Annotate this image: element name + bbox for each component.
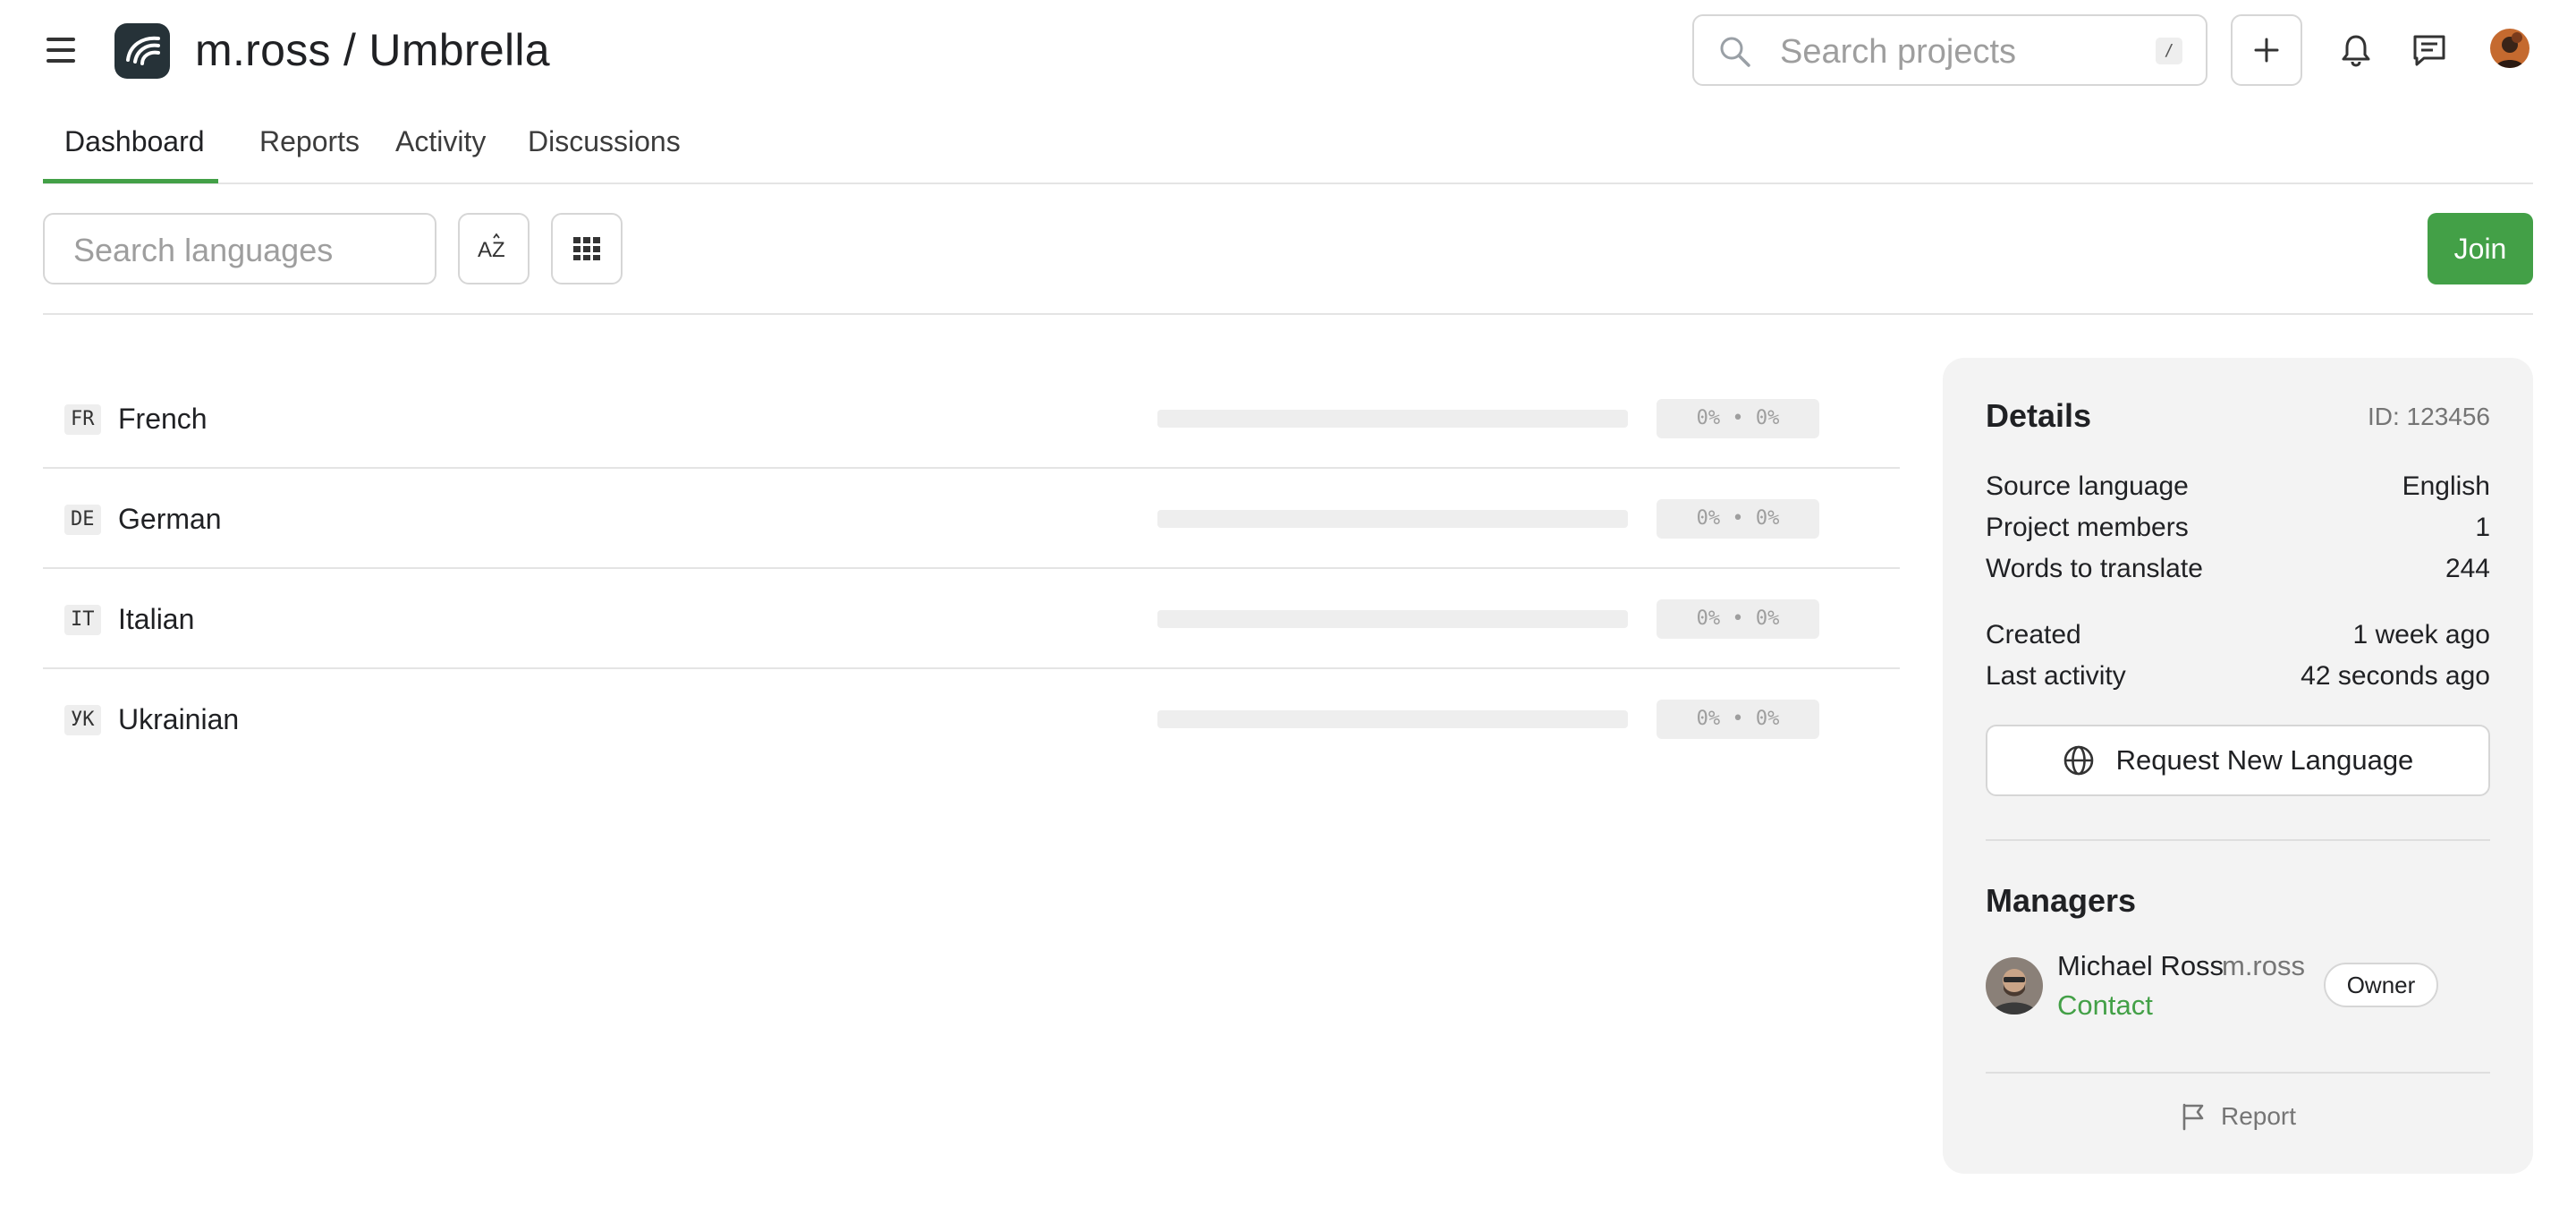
join-button[interactable]: Join	[2428, 213, 2533, 284]
project-search-input[interactable]	[1778, 29, 2140, 75]
bell-icon	[2342, 35, 2370, 67]
manager-username: m.ross	[2222, 950, 2305, 981]
detail-key: Source language	[1986, 471, 2189, 501]
detail-value: 244	[2445, 554, 2490, 583]
progress-text: 0% • 0%	[1657, 700, 1819, 739]
globe-icon	[2063, 745, 2093, 776]
manager-avatar[interactable]	[1986, 957, 2043, 1014]
detail-value: 42 seconds ago	[2301, 661, 2490, 691]
language-row-ukrainian[interactable]: УК Ukrainian 0% • 0%	[43, 669, 1900, 768]
breadcrumb-owner[interactable]: m.ross	[195, 25, 331, 75]
search-shortcut-hint: /	[2156, 38, 2182, 64]
language-list: FR French 0% • 0% DE German 0% • 0% IT I…	[43, 369, 1900, 768]
manager-name: Michael Ross	[2057, 950, 2224, 981]
language-row-french[interactable]: FR French 0% • 0%	[43, 369, 1900, 469]
card-divider	[1986, 1072, 2490, 1074]
detail-key: Words to translate	[1986, 554, 2203, 583]
project-tabs: Dashboard Reports Activity Discussions	[43, 100, 2533, 184]
progress-text: 0% • 0%	[1657, 399, 1819, 438]
progress-bar	[1157, 710, 1628, 728]
detail-value: English	[2402, 471, 2490, 501]
sort-az-icon: AZ	[478, 233, 505, 262]
request-new-language-button[interactable]: Request New Language	[1986, 725, 2490, 796]
flag-icon	[2182, 1103, 2204, 1131]
tab-dashboard[interactable]: Dashboard	[43, 122, 226, 161]
detail-created: Created 1 week ago	[1986, 617, 2490, 653]
detail-words-to-translate: Words to translate 244	[1986, 551, 2490, 587]
breadcrumb-project[interactable]: Umbrella	[369, 25, 549, 75]
language-name[interactable]: Italian	[118, 599, 194, 639]
search-icon	[1720, 37, 1750, 67]
details-title: Details	[1986, 397, 2092, 434]
tab-activity[interactable]: Activity	[374, 122, 507, 161]
manager-contact-link[interactable]: Contact	[2057, 989, 2153, 1022]
plus-icon	[2254, 38, 2279, 63]
report-button[interactable]: Report	[1943, 1102, 2533, 1131]
breadcrumb-separator: /	[343, 25, 357, 75]
detail-last-activity: Last activity 42 seconds ago	[1986, 658, 2490, 694]
sort-label: AZ	[478, 238, 505, 262]
language-search-input[interactable]	[72, 227, 415, 274]
user-avatar[interactable]	[2490, 29, 2529, 68]
language-name[interactable]: Ukrainian	[118, 700, 239, 739]
language-name[interactable]: German	[118, 499, 222, 539]
progress-bar	[1157, 510, 1628, 528]
project-search-box: /	[1692, 14, 2207, 86]
language-search-box	[43, 213, 436, 284]
view-toggle-button[interactable]	[551, 213, 623, 284]
detail-value: 1 week ago	[2352, 620, 2490, 649]
project-id: ID: 123456	[2368, 403, 2490, 430]
progress-text: 0% • 0%	[1657, 599, 1819, 639]
language-code: IT	[64, 605, 101, 635]
messages-button[interactable]	[2402, 23, 2456, 77]
toolbar-divider	[43, 313, 2533, 315]
language-row-italian[interactable]: IT Italian 0% • 0%	[43, 569, 1900, 669]
role-badge: Owner	[2324, 963, 2438, 1007]
tab-discussions[interactable]: Discussions	[506, 122, 702, 161]
app-logo-icon[interactable]	[114, 23, 170, 79]
sort-button[interactable]: AZ	[458, 213, 530, 284]
progress-bar	[1157, 410, 1628, 428]
grid-icon	[573, 237, 600, 260]
progress-text: 0% • 0%	[1657, 499, 1819, 539]
active-tab-indicator	[43, 179, 218, 183]
card-divider	[1986, 839, 2490, 841]
menu-icon[interactable]	[41, 32, 80, 68]
create-button[interactable]	[2231, 14, 2302, 86]
language-code: DE	[64, 505, 101, 535]
detail-value: 1	[2475, 513, 2490, 542]
detail-source-language: Source language English	[1986, 469, 2490, 505]
chat-icon	[2413, 35, 2445, 66]
top-bar: m.ross / Umbrella /	[0, 0, 2576, 100]
language-code: УК	[64, 705, 101, 735]
tab-reports[interactable]: Reports	[238, 122, 381, 161]
request-new-language-label: Request New Language	[2115, 744, 2414, 776]
progress-bar	[1157, 610, 1628, 628]
language-name[interactable]: French	[118, 399, 208, 438]
detail-key: Created	[1986, 620, 2081, 649]
managers-title: Managers	[1986, 882, 2137, 919]
details-card: Details ID: 123456 Source language Engli…	[1943, 358, 2533, 1174]
detail-project-members: Project members 1	[1986, 510, 2490, 546]
language-row-german[interactable]: DE German 0% • 0%	[43, 469, 1900, 569]
project-title: m.ross / Umbrella	[195, 21, 550, 79]
detail-key: Last activity	[1986, 661, 2126, 691]
detail-key: Project members	[1986, 513, 2189, 542]
notifications-button[interactable]	[2329, 23, 2383, 77]
report-label: Report	[2220, 1102, 2297, 1130]
language-code: FR	[64, 404, 101, 435]
